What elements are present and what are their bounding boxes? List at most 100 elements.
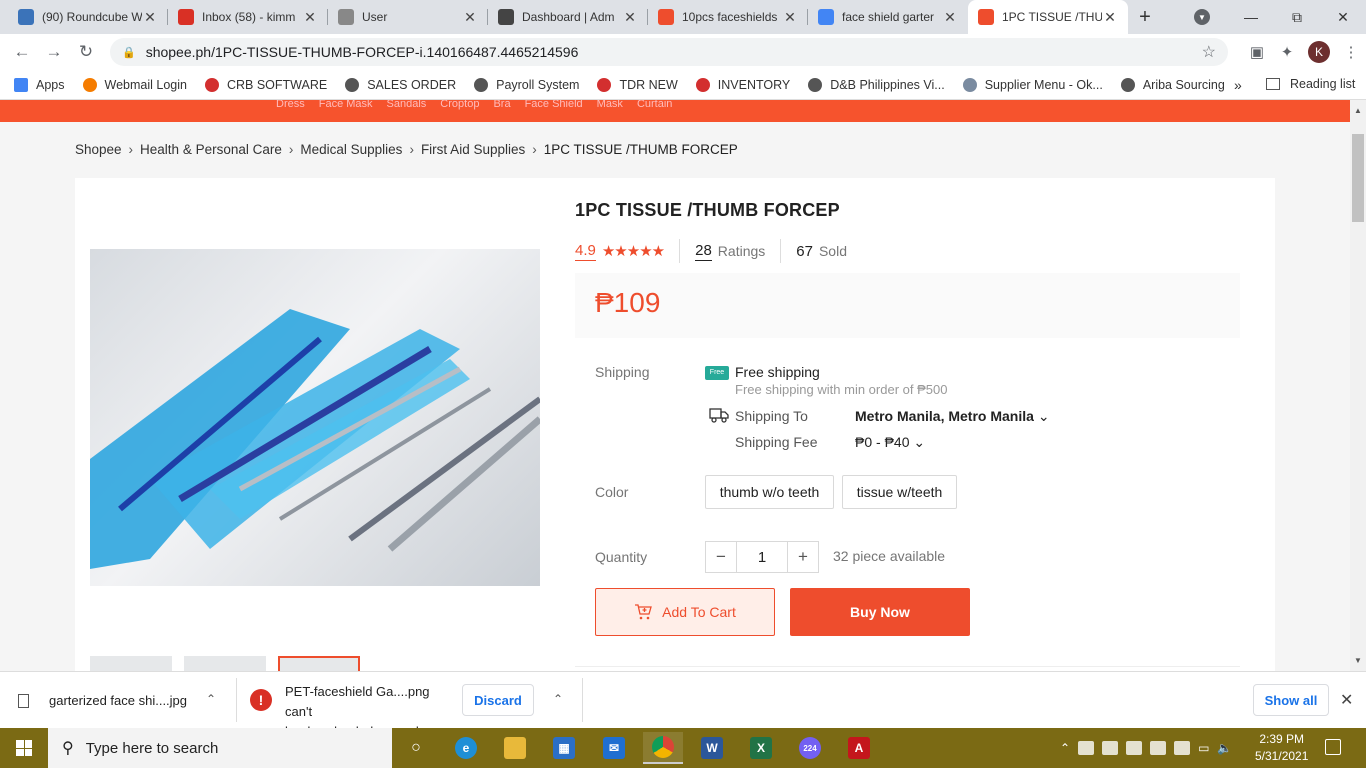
- tray-icon[interactable]: [1150, 741, 1167, 755]
- category-link[interactable]: Face Shield: [525, 100, 583, 110]
- shipping-fee-dropdown[interactable]: ₱0 - ₱40 ⌄: [855, 434, 925, 451]
- browser-tab[interactable]: face shield garter ✕: [808, 0, 968, 34]
- category-link[interactable]: Croptop: [440, 100, 479, 110]
- new-tab-button[interactable]: +: [1128, 0, 1162, 34]
- close-icon[interactable]: ✕: [1340, 690, 1353, 710]
- close-tab-icon[interactable]: ✕: [622, 9, 638, 26]
- taskbar-search[interactable]: ⚲ Type here to search: [48, 728, 392, 768]
- variant-tissue-with-teeth[interactable]: tissue w/teeth: [842, 475, 957, 509]
- cortana-icon[interactable]: ○: [396, 732, 436, 764]
- category-link[interactable]: Sandals: [387, 100, 427, 110]
- download-item[interactable]: garterized face shi....jpg: [18, 672, 187, 729]
- restore-icon[interactable]: ⧉: [1274, 0, 1320, 34]
- browser-tab[interactable]: (90) Roundcube W ✕: [8, 0, 168, 34]
- breadcrumb-item[interactable]: Health & Personal Care: [140, 142, 282, 157]
- clock[interactable]: 2:39 PM 5/31/2021: [1255, 731, 1308, 765]
- close-tab-icon[interactable]: ✕: [782, 9, 798, 26]
- tray-icon[interactable]: [1126, 741, 1143, 755]
- start-button[interactable]: [0, 728, 48, 768]
- notification-icon[interactable]: [1325, 739, 1341, 755]
- breadcrumb-item[interactable]: First Aid Supplies: [421, 142, 525, 157]
- show-all-button[interactable]: Show all: [1253, 684, 1329, 716]
- close-tab-icon[interactable]: ✕: [462, 9, 478, 26]
- browser-tab[interactable]: Dashboard | Adm ✕: [488, 0, 648, 34]
- cast-icon[interactable]: ▣: [1242, 36, 1272, 68]
- tab-search-icon[interactable]: ▼: [1194, 9, 1210, 25]
- bookmark-item[interactable]: SALES ORDER: [345, 77, 456, 92]
- tray-icon[interactable]: [1102, 741, 1119, 755]
- excel-icon[interactable]: X: [741, 732, 781, 764]
- rating-value[interactable]: 4.9: [575, 242, 596, 261]
- bookmark-item[interactable]: INVENTORY: [695, 77, 790, 92]
- tray-icon[interactable]: [1174, 741, 1191, 755]
- scroll-down-icon[interactable]: ▼: [1354, 656, 1362, 665]
- chevron-up-icon[interactable]: ⌃: [1060, 741, 1070, 755]
- reload-icon[interactable]: ↻: [70, 36, 102, 68]
- chevron-up-icon[interactable]: ⌃: [206, 692, 216, 706]
- page-scrollbar[interactable]: ▲ ▼: [1350, 100, 1366, 671]
- close-tab-icon[interactable]: ✕: [1102, 9, 1118, 26]
- mail-icon[interactable]: ✉: [594, 732, 634, 764]
- bookmarks-more-icon[interactable]: »: [1234, 77, 1242, 93]
- close-tab-icon[interactable]: ✕: [142, 9, 158, 26]
- menu-icon[interactable]: ⋮: [1336, 36, 1366, 68]
- lock-icon[interactable]: 🔒: [122, 46, 136, 59]
- plus-icon[interactable]: +: [787, 541, 819, 573]
- edge-icon[interactable]: e: [446, 732, 486, 764]
- ratings-count[interactable]: 28: [695, 242, 712, 261]
- acrobat-icon[interactable]: A: [839, 732, 879, 764]
- buy-now-button[interactable]: Buy Now: [790, 588, 970, 636]
- chrome-icon[interactable]: [643, 732, 683, 764]
- reading-list-button[interactable]: Reading list: [1266, 77, 1355, 91]
- browser-tab[interactable]: 10pcs faceshields ✕: [648, 0, 808, 34]
- bookmark-item[interactable]: CRB SOFTWARE: [204, 77, 327, 92]
- thumbnail-selected[interactable]: [278, 656, 360, 671]
- scrollbar-thumb[interactable]: [1352, 134, 1364, 222]
- file-explorer-icon[interactable]: [495, 732, 535, 764]
- minimize-icon[interactable]: —: [1228, 0, 1274, 34]
- scroll-up-icon[interactable]: ▲: [1354, 106, 1362, 115]
- bookmark-item[interactable]: Ariba Sourcing: [1120, 77, 1225, 92]
- viber-icon[interactable]: 224: [790, 732, 830, 764]
- browser-tab[interactable]: Inbox (58) - kimm ✕: [168, 0, 328, 34]
- store-icon[interactable]: ▦: [544, 732, 584, 764]
- category-link[interactable]: Dress: [276, 100, 305, 110]
- product-image[interactable]: [90, 249, 540, 586]
- variant-thumb-without-teeth[interactable]: thumb w/o teeth: [705, 475, 834, 509]
- thumbnail[interactable]: [184, 656, 266, 671]
- shipping-to-dropdown[interactable]: Metro Manila, Metro Manila ⌄: [855, 408, 1050, 425]
- bookmark-item[interactable]: Payroll System: [474, 77, 579, 92]
- bookmark-item[interactable]: D&B Philippines Vi...: [808, 77, 945, 92]
- tray-icon[interactable]: [1078, 741, 1095, 755]
- discard-button[interactable]: Discard: [462, 684, 534, 716]
- word-icon[interactable]: W: [692, 732, 732, 764]
- bookmark-item[interactable]: Webmail Login: [82, 77, 187, 92]
- close-tab-icon[interactable]: ✕: [302, 9, 318, 26]
- thumbnail[interactable]: [90, 656, 172, 671]
- volume-icon[interactable]: 🔈: [1217, 741, 1232, 755]
- bookmark-item[interactable]: TDR NEW: [597, 77, 678, 92]
- quantity-input[interactable]: 1: [737, 541, 787, 573]
- browser-tab[interactable]: User ✕: [328, 0, 488, 34]
- bookmark-item[interactable]: Supplier Menu - Ok...: [962, 77, 1103, 92]
- breadcrumb-item[interactable]: Medical Supplies: [300, 142, 402, 157]
- minus-icon[interactable]: −: [705, 541, 737, 573]
- forward-icon[interactable]: →: [38, 36, 70, 68]
- breadcrumb-item[interactable]: Shopee: [75, 142, 122, 157]
- network-icon[interactable]: ▭: [1198, 741, 1209, 755]
- category-link[interactable]: Curtain: [637, 100, 672, 110]
- category-link[interactable]: Face Mask: [319, 100, 373, 110]
- category-link[interactable]: Bra: [493, 100, 510, 110]
- close-tab-icon[interactable]: ✕: [942, 9, 958, 26]
- bookmark-star-icon[interactable]: ☆: [1202, 42, 1216, 62]
- extensions-icon[interactable]: ✦: [1272, 36, 1302, 68]
- chevron-up-icon[interactable]: ⌃: [553, 692, 563, 706]
- address-bar[interactable]: 🔒 shopee.ph/1PC-TISSUE-THUMB-FORCEP-i.14…: [110, 38, 1228, 66]
- close-window-icon[interactable]: ✕: [1320, 0, 1366, 34]
- bookmark-item[interactable]: Apps: [14, 77, 65, 92]
- browser-tab[interactable]: 1PC TISSUE /THU ✕: [968, 0, 1128, 34]
- back-icon[interactable]: ←: [6, 36, 38, 68]
- category-link[interactable]: Mask: [597, 100, 623, 110]
- add-to-cart-button[interactable]: Add To Cart: [595, 588, 775, 636]
- avatar[interactable]: K: [1308, 41, 1330, 63]
